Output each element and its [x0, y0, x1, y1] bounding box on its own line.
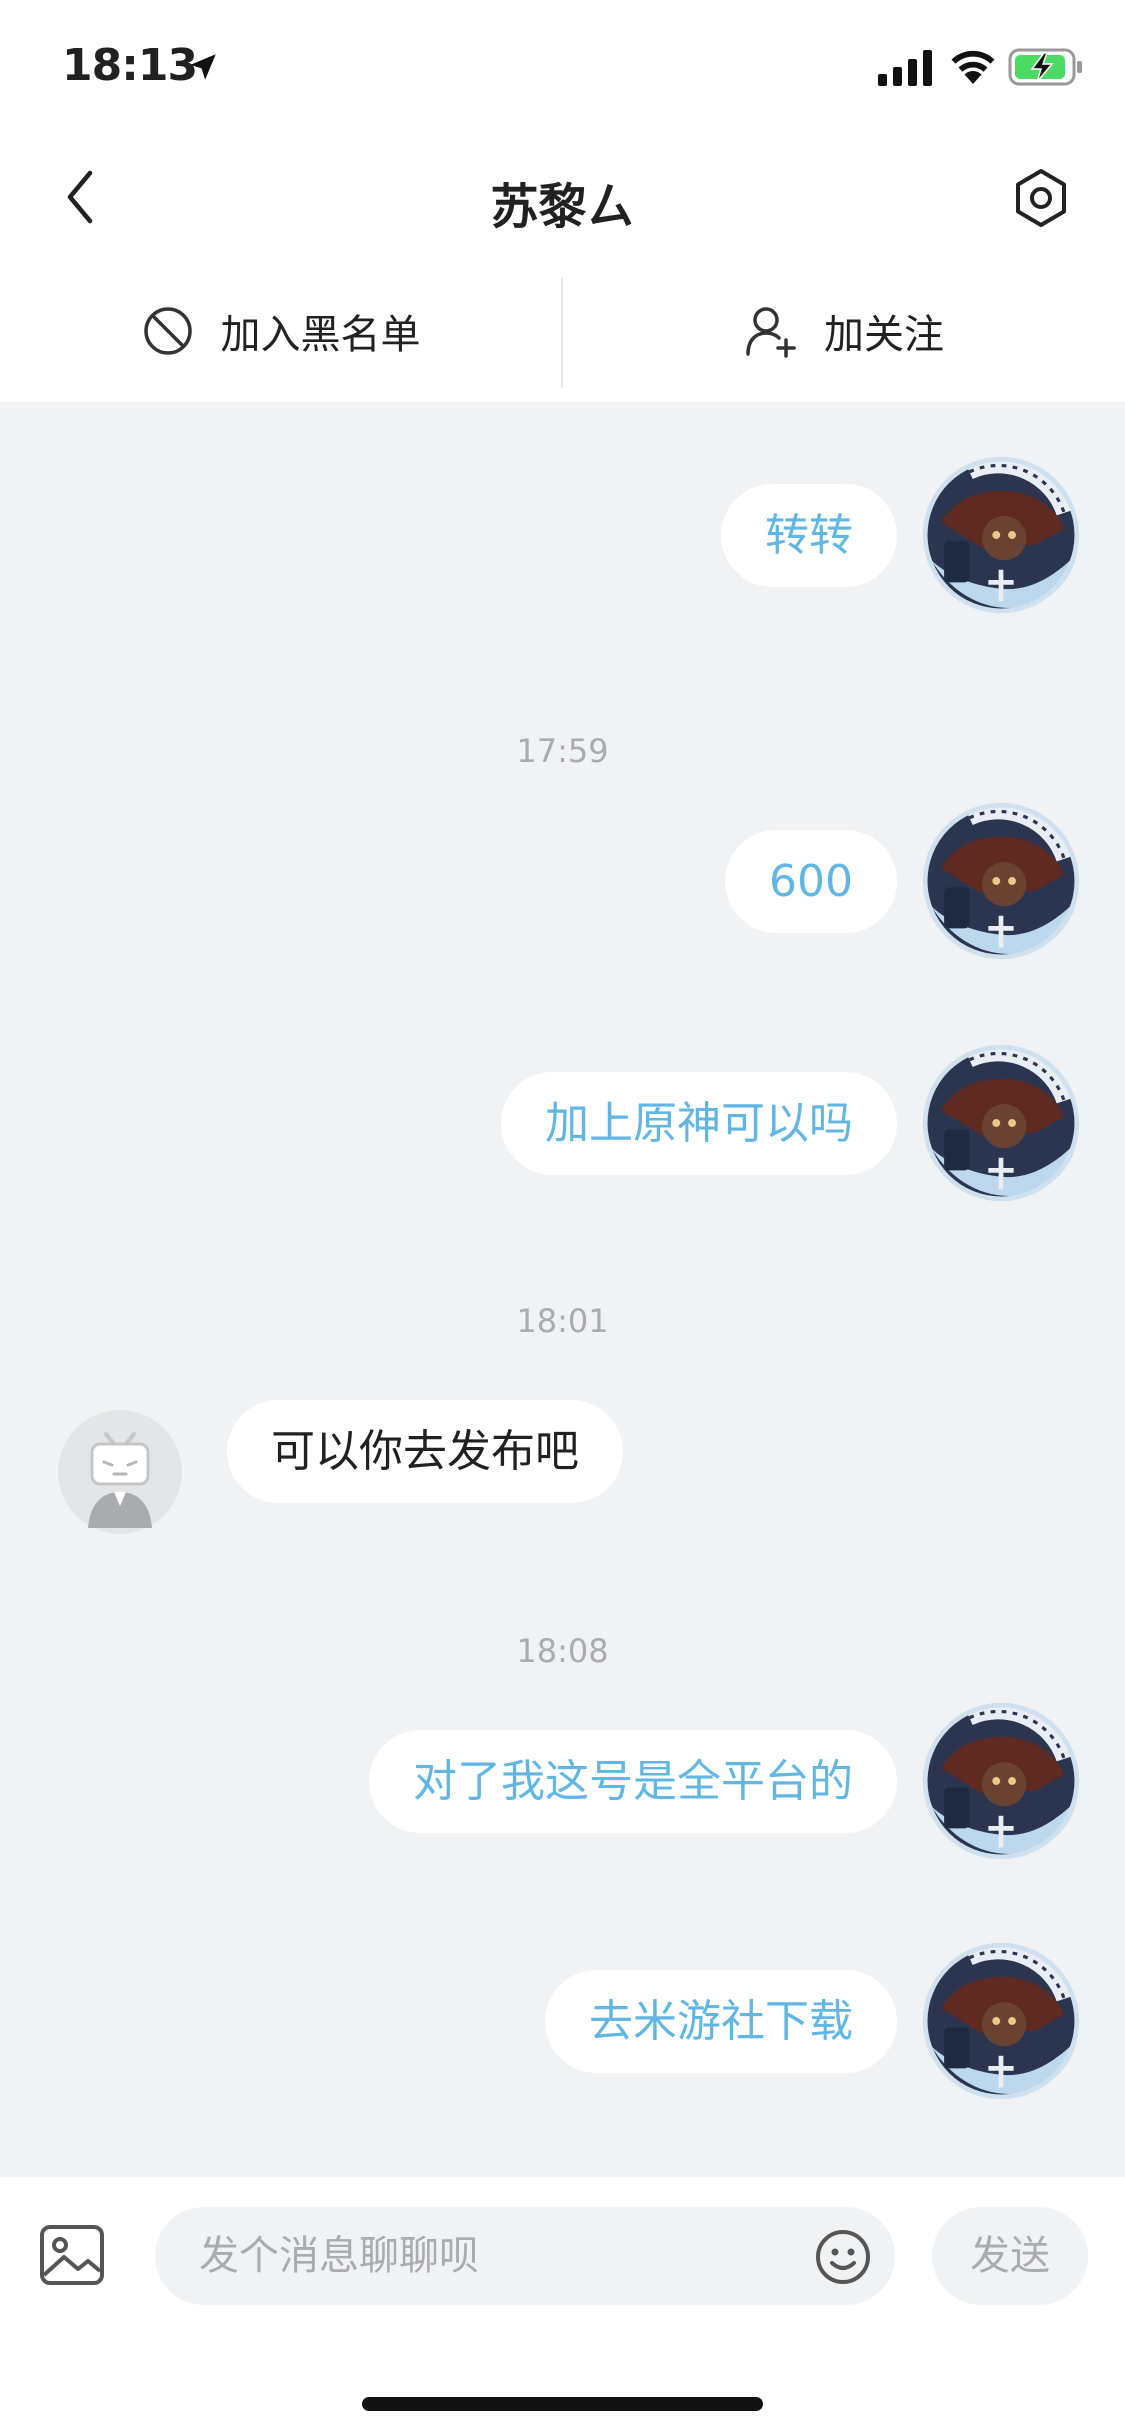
wifi-icon: [951, 50, 995, 84]
message-bubble[interactable]: 加上原神可以吗: [501, 1072, 897, 1175]
battery-charging-icon: [1008, 48, 1082, 86]
emoji-icon[interactable]: [813, 2227, 873, 2287]
timestamp: 18:01: [516, 1302, 609, 1340]
follow-button[interactable]: 加关注: [563, 260, 1125, 402]
user-add-icon: [746, 307, 796, 358]
message-bubble[interactable]: 对了我这号是全平台的: [369, 1730, 897, 1833]
status-bar: 18:13: [0, 0, 1125, 135]
block-user-button[interactable]: 加入黑名单: [0, 260, 561, 402]
avatar[interactable]: [922, 1942, 1080, 2100]
message-bubble[interactable]: 600: [725, 830, 897, 933]
avatar[interactable]: [922, 456, 1080, 614]
status-time: 18:13: [62, 40, 198, 91]
hexagon-settings-icon[interactable]: [1010, 167, 1072, 229]
timestamp: 18:08: [516, 1632, 609, 1670]
avatar[interactable]: [922, 1702, 1080, 1860]
nav-bar: 苏黎ㄙ: [0, 135, 1125, 260]
message-bubble[interactable]: 去米游社下载: [545, 1970, 897, 2073]
message-bubble[interactable]: 转转: [721, 484, 897, 587]
page-title: 苏黎ㄙ: [490, 179, 635, 235]
action-bar: 加入黑名单 加关注: [0, 260, 1125, 402]
send-button[interactable]: 发送: [932, 2207, 1088, 2305]
follow-label: 加关注: [824, 312, 944, 358]
input-bar: 发送: [0, 2177, 1125, 2436]
avatar[interactable]: [58, 1410, 182, 1534]
message-input[interactable]: [155, 2207, 895, 2305]
avatar[interactable]: [922, 1044, 1080, 1202]
chat-area[interactable]: 转转 17:59 600 加上原神可以吗 18:01 可以你去发布吧 18:08…: [0, 402, 1125, 2177]
message-bubble[interactable]: 可以你去发布吧: [227, 1400, 623, 1503]
home-indicator[interactable]: [362, 2397, 763, 2411]
avatar[interactable]: [922, 802, 1080, 960]
block-user-label: 加入黑名单: [220, 312, 421, 358]
timestamp: 17:59: [516, 732, 609, 770]
prohibited-icon: [143, 307, 192, 355]
cellular-signal-icon: [878, 50, 932, 86]
image-icon[interactable]: [36, 2219, 108, 2291]
location-arrow-icon: [190, 54, 216, 80]
